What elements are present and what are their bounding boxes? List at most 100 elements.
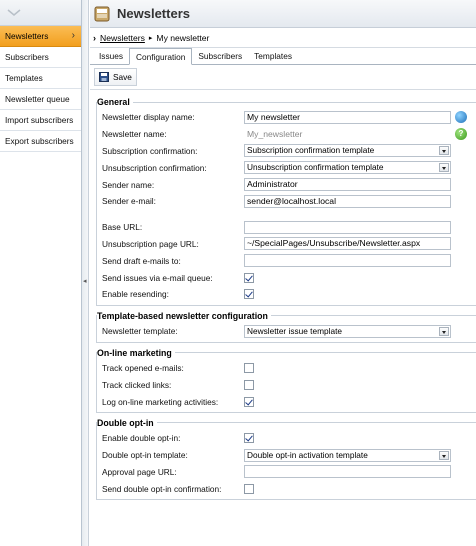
newsletter-icon [94,6,110,21]
field-label: Unsubscription page URL: [102,238,199,249]
save-button-label: Save [113,72,132,82]
page-title: Newsletters [117,6,190,21]
form-row-approval-url: Approval page URL: [102,464,476,481]
approval-url-input[interactable] [244,465,451,479]
tab-configuration[interactable]: Configuration [128,48,193,65]
help-icon[interactable]: ? [455,127,467,140]
form-row-draft-emails: Send draft e-mails to: [102,252,476,269]
field-label: Send issues via e-mail queue: [102,272,213,283]
sidebar-item-templates[interactable]: Templates [0,68,81,89]
select-value: Newsletter issue template [247,325,342,336]
globe-icon[interactable] [455,111,467,123]
section-heading: Template-based newsletter configuration [97,310,268,321]
field-label: Base URL: [102,222,143,233]
section-heading: On-line marketing [97,347,172,358]
tab-bar: Issues Configuration Subscribers Templat… [90,48,476,65]
tab-issues[interactable]: Issues [93,49,129,64]
form-row-unsubscription-confirmation: Unsubscription confirmation: Unsubscript… [102,159,476,176]
subscription-confirmation-select[interactable]: Subscription confirmation template [244,144,451,158]
form-row-newsletter-template: Newsletter template: Newsletter issue te… [102,323,476,340]
sidebar-item-newsletter-queue[interactable]: Newsletter queue [0,89,81,110]
sidebar-item-label: Import subscribers [5,115,74,125]
form-row-unsubscription-url: Unsubscription page URL: ~/SpecialPages/… [102,236,476,253]
field-label: Approval page URL: [102,466,177,477]
newsletter-name-input: My_newsletter [244,127,451,141]
email-queue-checkbox[interactable] [244,272,254,283]
form-row-track-opened: Track opened e-mails: [102,360,476,377]
draft-emails-input[interactable] [244,254,451,268]
form-row-base-url: Base URL: [102,219,476,236]
breadcrumb-current: My newsletter [156,32,210,43]
send-confirmation-checkbox[interactable] [244,483,254,494]
form-row-log-activities: Log on-line marketing activities: [102,393,476,410]
breadcrumb: › Newsletters ▸ My newsletter [90,28,476,48]
field-label: Log on-line marketing activities: [102,396,219,407]
form-row-enable-double-optin: Enable double opt-in: [102,430,476,447]
breadcrumb-link-newsletters[interactable]: Newsletters [100,33,145,43]
dropdown-arrow-icon[interactable] [439,326,449,336]
page-header: Newsletters [90,0,476,28]
sidebar-item-import-subscribers[interactable]: Import subscribers [0,110,81,131]
template-based-section: Template-based newsletter configuration … [96,310,476,343]
online-marketing-section: On-line marketing Track opened e-mails: … [96,347,476,413]
unsubscription-confirmation-select[interactable]: Unsubscription confirmation template [244,161,451,175]
form-row-newsletter-name: Newsletter name: My_newsletter ? [102,126,476,143]
sidebar-item-label: Export subscribers [5,136,74,146]
enable-double-optin-checkbox[interactable] [244,433,254,444]
sidebar-item-label: Newsletter queue [5,94,70,104]
sidebar-item-label: Newsletters [5,31,49,41]
tab-templates[interactable]: Templates [248,49,298,64]
form-row-enable-resending: Enable resending: [102,286,476,303]
field-label: Enable resending: [102,289,169,300]
sidebar: Newsletters › Subscribers Templates News… [0,0,82,546]
form-row-subscription-confirmation: Subscription confirmation: Subscription … [102,143,476,160]
field-label: Sender e-mail: [102,196,156,207]
sidebar-item-label: Subscribers [5,52,49,62]
form-row-track-clicked: Track clicked links: [102,376,476,393]
field-label: Newsletter display name: [102,112,195,123]
dropdown-arrow-icon[interactable] [439,163,449,173]
dropdown-arrow-icon[interactable] [439,146,449,156]
tab-subscribers[interactable]: Subscribers [192,49,248,64]
log-activities-checkbox[interactable] [244,396,254,407]
sidebar-item-label: Templates [5,73,43,83]
dropdown-arrow-icon[interactable] [439,450,449,460]
unsubscription-url-input[interactable]: ~/SpecialPages/Unsubscribe/Newsletter.as… [244,237,451,251]
double-optin-section: Double opt-in Enable double opt-in: Doub… [96,417,476,501]
double-optin-template-select[interactable]: Double opt-in activation template [244,448,451,462]
form-row-double-optin-template: Double opt-in template: Double opt-in ac… [102,447,476,464]
base-url-input[interactable] [244,220,451,234]
field-label: Newsletter name: [102,129,167,140]
field-label: Sender name: [102,179,155,190]
form-row-send-confirmation: Send double opt-in confirmation: [102,480,476,497]
sidebar-item-export-subscribers[interactable]: Export subscribers [0,131,81,152]
form-row-sender-email: Sender e-mail: sender@localhost.local [102,193,476,210]
form-row-email-queue: Send issues via e-mail queue: [102,269,476,286]
save-button[interactable]: Save [94,68,137,86]
track-clicked-checkbox[interactable] [244,379,254,390]
display-name-input[interactable]: My newsletter [244,110,451,124]
field-label: Send draft e-mails to: [102,255,181,266]
sidebar-item-newsletters[interactable]: Newsletters › [0,26,81,47]
general-section: General Newsletter display name: My news… [96,97,476,306]
newsletter-template-select[interactable]: Newsletter issue template [244,324,451,338]
select-value: Unsubscription confirmation template [247,162,384,173]
field-label: Unsubscription confirmation: [102,162,207,173]
sidebar-item-subscribers[interactable]: Subscribers [0,47,81,68]
field-label: Send double opt-in confirmation: [102,483,222,494]
chevron-right-icon: › [71,30,75,41]
field-label: Track opened e-mails: [102,362,184,373]
sender-email-input[interactable]: sender@localhost.local [244,194,451,208]
toolbar: Save [90,65,476,90]
chevron-left-icon[interactable]: ◂ [83,276,88,288]
sender-name-input[interactable]: Administrator [244,178,451,192]
track-opened-checkbox[interactable] [244,362,254,373]
field-label: Double opt-in template: [102,450,188,461]
field-label: Track clicked links: [102,379,172,390]
panel-splitter[interactable]: ◂ [82,0,89,546]
configuration-form: General Newsletter display name: My news… [90,90,476,501]
sidebar-collapse-toggle[interactable] [0,0,81,26]
enable-resending-checkbox[interactable] [244,289,254,300]
field-label: Enable double opt-in: [102,433,181,444]
main-panel: Newsletters › Newsletters ▸ My newslette… [90,0,476,546]
